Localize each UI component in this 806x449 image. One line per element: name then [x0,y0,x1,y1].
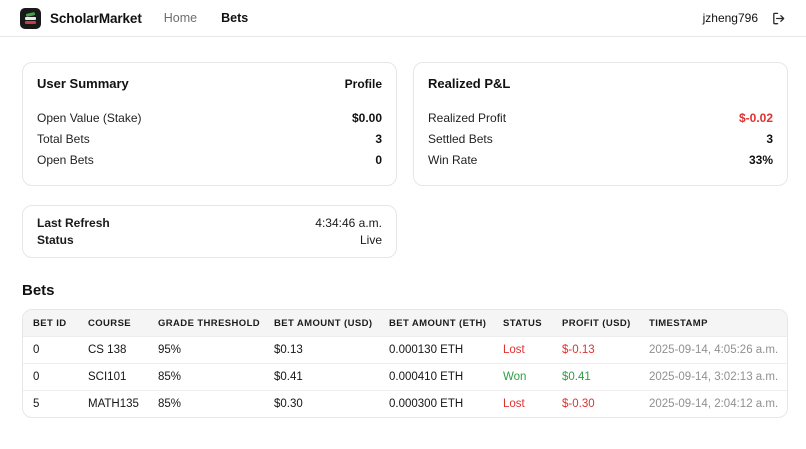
col-bet-amount-usd: BET AMOUNT (USD) [264,310,379,337]
bet-row: 0 CS 138 95% $0.13 0.000130 ETH Lost $-0… [23,337,787,364]
stat-label: Open Bets [37,153,94,167]
cell-course: SCI101 [78,364,148,391]
cell-bet-amount-usd: $0.41 [264,364,379,391]
cell-bet-id: 0 [23,364,78,391]
stat-label: Total Bets [37,132,90,146]
refresh-status-card: Last Refresh 4:34:46 a.m. Status Live [22,205,397,258]
logout-button[interactable] [771,11,786,26]
cell-timestamp: 2025-09-14, 3:02:13 a.m. [639,364,787,391]
last-refresh-row: Last Refresh 4:34:46 a.m. [37,214,382,231]
status-label: Status [37,233,74,247]
cell-course: CS 138 [78,337,148,364]
stat-value-negative: $-0.02 [739,111,773,125]
cell-course: MATH135 [78,391,148,418]
stat-label: Win Rate [428,153,477,167]
cell-timestamp: 2025-09-14, 2:04:12 a.m. [639,391,787,418]
cell-grade-threshold: 85% [148,364,264,391]
col-course: COURSE [78,310,148,337]
books-logo-icon [26,12,35,17]
stat-value: 3 [375,132,382,146]
col-bet-amount-eth: BET AMOUNT (ETH) [379,310,493,337]
status-badge: Live [360,233,382,247]
cell-bet-amount-eth: 0.000410 ETH [379,364,493,391]
stat-open-value: Open Value (Stake) $0.00 [37,107,382,128]
cell-grade-threshold: 85% [148,391,264,418]
bets-section-title: Bets [22,282,788,299]
col-bet-id: BET ID [23,310,78,337]
cell-grade-threshold: 95% [148,337,264,364]
user-summary-card: User Summary Profile Open Value (Stake) … [22,62,397,186]
top-navigation-bar: ScholarMarket Home Bets jzheng796 [0,0,806,37]
bet-row: 5 MATH135 85% $0.30 0.000300 ETH Lost $-… [23,391,787,418]
logout-icon [771,11,786,26]
scholarmarket-logo [20,8,41,29]
nav-item-bets[interactable]: Bets [221,11,248,25]
stat-label: Open Value (Stake) [37,111,142,125]
stat-total-bets: Total Bets 3 [37,128,382,149]
cell-profit: $-0.13 [552,337,639,364]
stat-win-rate: Win Rate 33% [428,149,773,170]
cell-bet-amount-usd: $0.13 [264,337,379,364]
cell-bet-id: 5 [23,391,78,418]
realized-pnl-card: Realized P&L Realized Profit $-0.02 Sett… [413,62,788,186]
stat-value: $0.00 [352,111,382,125]
cell-profit: $-0.30 [552,391,639,418]
main-nav: Home Bets [164,11,248,25]
col-grade-threshold: GRADE THRESHOLD [148,310,264,337]
stat-value: 3 [766,132,773,146]
stat-realized-profit: Realized Profit $-0.02 [428,107,773,128]
col-status: STATUS [493,310,552,337]
username-label: jzheng796 [703,11,758,25]
cell-status: Lost [493,337,552,364]
cell-bet-id: 0 [23,337,78,364]
table-header-row: BET ID COURSE GRADE THRESHOLD BET AMOUNT… [23,310,787,337]
stat-open-bets: Open Bets 0 [37,149,382,170]
nav-item-home[interactable]: Home [164,11,197,25]
stat-value: 0 [375,153,382,167]
stat-label: Realized Profit [428,111,506,125]
bet-row: 0 SCI101 85% $0.41 0.000410 ETH Won $0.4… [23,364,787,391]
stat-value: 33% [749,153,773,167]
brand-name: ScholarMarket [50,11,142,26]
cell-bet-amount-eth: 0.000130 ETH [379,337,493,364]
realized-pnl-title: Realized P&L [428,76,510,91]
cell-timestamp: 2025-09-14, 4:05:26 a.m. [639,337,787,364]
stat-settled-bets: Settled Bets 3 [428,128,773,149]
cell-bet-amount-eth: 0.000300 ETH [379,391,493,418]
cell-status: Lost [493,391,552,418]
last-refresh-value: 4:34:46 a.m. [315,216,382,230]
last-refresh-label: Last Refresh [37,216,110,230]
profile-label: Profile [345,77,382,91]
status-row: Status Live [37,231,382,248]
bets-table: BET ID COURSE GRADE THRESHOLD BET AMOUNT… [22,309,788,418]
stat-label: Settled Bets [428,132,493,146]
user-summary-title: User Summary [37,76,129,91]
cell-profit: $0.41 [552,364,639,391]
col-profit-usd: PROFIT (USD) [552,310,639,337]
cell-bet-amount-usd: $0.30 [264,391,379,418]
main-content: User Summary Profile Open Value (Stake) … [0,37,806,418]
col-timestamp: TIMESTAMP [639,310,787,337]
cell-status: Won [493,364,552,391]
